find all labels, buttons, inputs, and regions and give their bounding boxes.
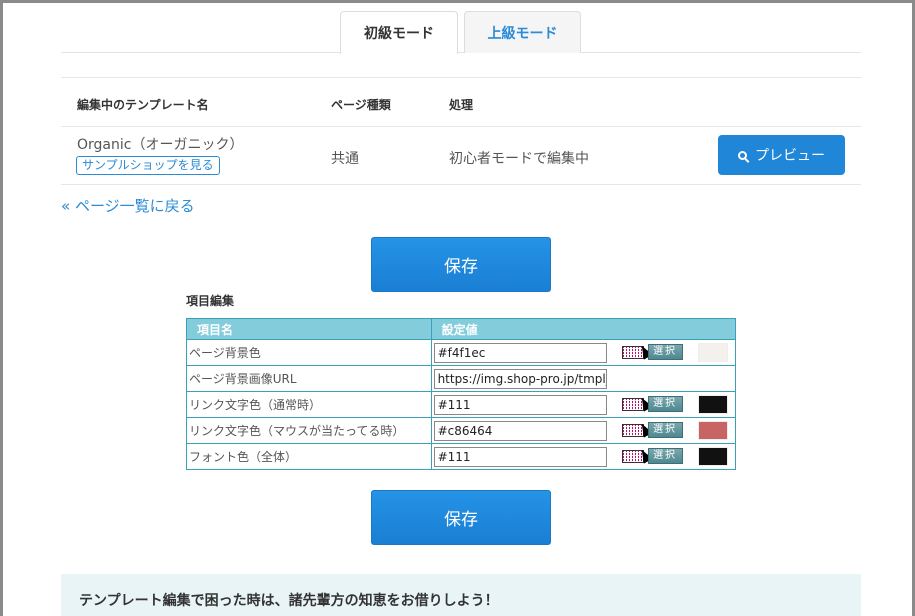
- page-bg-image-url-input[interactable]: [433, 369, 607, 389]
- header-page-type: ページ種類: [331, 98, 391, 112]
- edit-table-header: 項目名 設定値: [186, 318, 737, 340]
- process-value: 初心者モードで編集中: [449, 151, 589, 167]
- header-setting-value: 設定値: [430, 318, 737, 340]
- back-to-page-list-link[interactable]: « ページ一覧に戻る: [61, 195, 195, 216]
- template-info-table: 編集中のテンプレート名 ページ種類 処理 Organic（オーガニック） サンプ…: [61, 77, 861, 185]
- item-value-cell: 選択: [430, 417, 737, 444]
- item-edit-table: 項目名 設定値 ページ背景色 選択 ページ背景画像URL リンク文字色（通常時）: [186, 318, 737, 470]
- item-name: ページ背景画像URL: [186, 365, 432, 392]
- select-button[interactable]: 選択: [647, 448, 683, 464]
- link-hover-color-input[interactable]: [433, 421, 607, 441]
- color-picker[interactable]: 選択: [621, 421, 683, 439]
- color-picker[interactable]: 選択: [621, 343, 683, 361]
- item-name: フォント色（全体）: [186, 443, 432, 470]
- color-picker[interactable]: 選択: [621, 447, 683, 465]
- save-button-bottom[interactable]: 保存: [371, 490, 551, 545]
- item-value-cell: 選択: [430, 391, 737, 418]
- color-swatch: [697, 343, 728, 362]
- item-value-cell: 選択: [430, 339, 737, 366]
- info-table-header: 編集中のテンプレート名 ページ種類 処理: [61, 77, 861, 127]
- tab-beginner-mode[interactable]: 初級モード: [340, 11, 458, 54]
- sample-shop-link[interactable]: サンプルショップを見る: [76, 156, 220, 175]
- item-name: リンク文字色（通常時）: [186, 391, 432, 418]
- item-name: ページ背景色: [186, 339, 432, 366]
- table-row: ページ背景色 選択: [186, 339, 737, 366]
- font-color-input[interactable]: [433, 447, 607, 467]
- color-swatch: [697, 395, 728, 414]
- color-swatch: [697, 421, 728, 440]
- header-item-name: 項目名: [186, 318, 432, 340]
- item-value-cell: [430, 365, 737, 392]
- mode-tabs: 初級モード 上級モード: [61, 11, 861, 54]
- table-row: リンク文字色（通常時） 選択: [186, 391, 737, 418]
- preview-button-label: プレビュー: [755, 148, 825, 164]
- page-type-value: 共通: [331, 151, 359, 167]
- table-row: フォント色（全体） 選択: [186, 443, 737, 470]
- help-box: テンプレート編集で困った時は、諸先輩方の知恵をお借りしよう！: [61, 574, 861, 616]
- item-value-cell: 選択: [430, 443, 737, 470]
- select-button[interactable]: 選択: [647, 422, 683, 438]
- tab-advanced-mode[interactable]: 上級モード: [464, 11, 581, 53]
- color-picker[interactable]: 選択: [621, 395, 683, 413]
- preview-button[interactable]: プレビュー: [718, 135, 845, 175]
- header-process: 処理: [449, 98, 474, 112]
- table-row: リンク文字色（マウスが当たってる時） 選択: [186, 417, 737, 444]
- info-table-row: Organic（オーガニック） サンプルショップを見る 共通 初心者モードで編集…: [61, 127, 861, 185]
- item-name: リンク文字色（マウスが当たってる時）: [186, 417, 432, 444]
- table-row: ページ背景画像URL: [186, 365, 737, 392]
- link-color-input[interactable]: [433, 395, 607, 415]
- search-icon: [738, 150, 747, 160]
- section-title: 項目編集: [186, 294, 235, 308]
- header-template-name: 編集中のテンプレート名: [77, 98, 209, 112]
- save-button-top[interactable]: 保存: [371, 237, 551, 292]
- select-button[interactable]: 選択: [647, 344, 683, 360]
- help-box-title: テンプレート編集で困った時は、諸先輩方の知恵をお借りしよう！: [79, 593, 499, 609]
- select-button[interactable]: 選択: [647, 396, 683, 412]
- template-name: Organic（オーガニック）: [77, 137, 244, 153]
- color-swatch: [697, 447, 728, 466]
- page-bg-color-input[interactable]: [433, 343, 607, 363]
